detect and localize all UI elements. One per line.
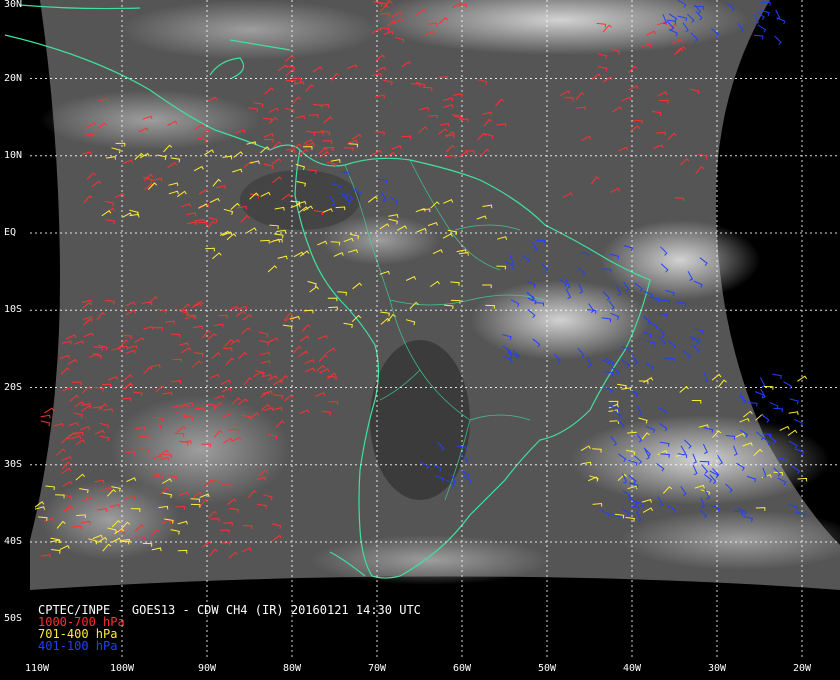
wind-barb: [754, 391, 765, 399]
legend-high-level: 401-100 hPa: [38, 639, 118, 653]
wind-barb: [783, 381, 792, 390]
lat-label: EQ: [4, 227, 17, 238]
lon-label: 70W: [367, 663, 387, 674]
lon-label: 90W: [197, 663, 217, 674]
map-canvas: [4, 0, 840, 658]
lat-label: 30N: [4, 0, 23, 10]
wind-barb: [759, 377, 766, 388]
wind-barb: [753, 34, 764, 40]
lat-label: 20S: [4, 381, 23, 393]
wind-barb: [793, 418, 803, 427]
wind-barb: [776, 17, 786, 25]
wind-barb: [772, 373, 782, 379]
lon-label: 60W: [452, 663, 472, 674]
lat-label: 10S: [4, 304, 23, 316]
map-caption: CPTEC/INPE - GOES13 - CDW CH4 (IR) 20160…: [38, 604, 421, 652]
lat-label: 10N: [4, 149, 23, 161]
lon-label: 20W: [792, 663, 812, 674]
lat-label: 30S: [4, 458, 23, 470]
lon-label: 50W: [537, 663, 557, 674]
wind-barb: [40, 414, 51, 419]
lon-label: 80W: [282, 663, 302, 674]
wind-barb: [789, 398, 799, 405]
lon-label: 110W: [24, 663, 50, 674]
lat-label: 40S: [4, 536, 23, 547]
wind-barb: [763, 386, 774, 390]
wind-barb: [40, 420, 51, 427]
lon-label: 30W: [707, 663, 727, 674]
satellite-wind-map: 30N 20N 10N EQ 10S 20S 30S 40S 50S 110W 100W 90W 80…: [0, 0, 840, 680]
wind-barb: [757, 24, 767, 33]
wind-barb: [44, 407, 55, 414]
lon-label: 40W: [622, 663, 642, 674]
wind-barb: [773, 407, 783, 413]
wind-barb: [788, 411, 799, 415]
wind-barb: [774, 35, 782, 45]
lat-label: 50S: [4, 613, 23, 625]
lat-label: 20N: [4, 72, 23, 84]
lon-label: 100W: [109, 663, 135, 674]
